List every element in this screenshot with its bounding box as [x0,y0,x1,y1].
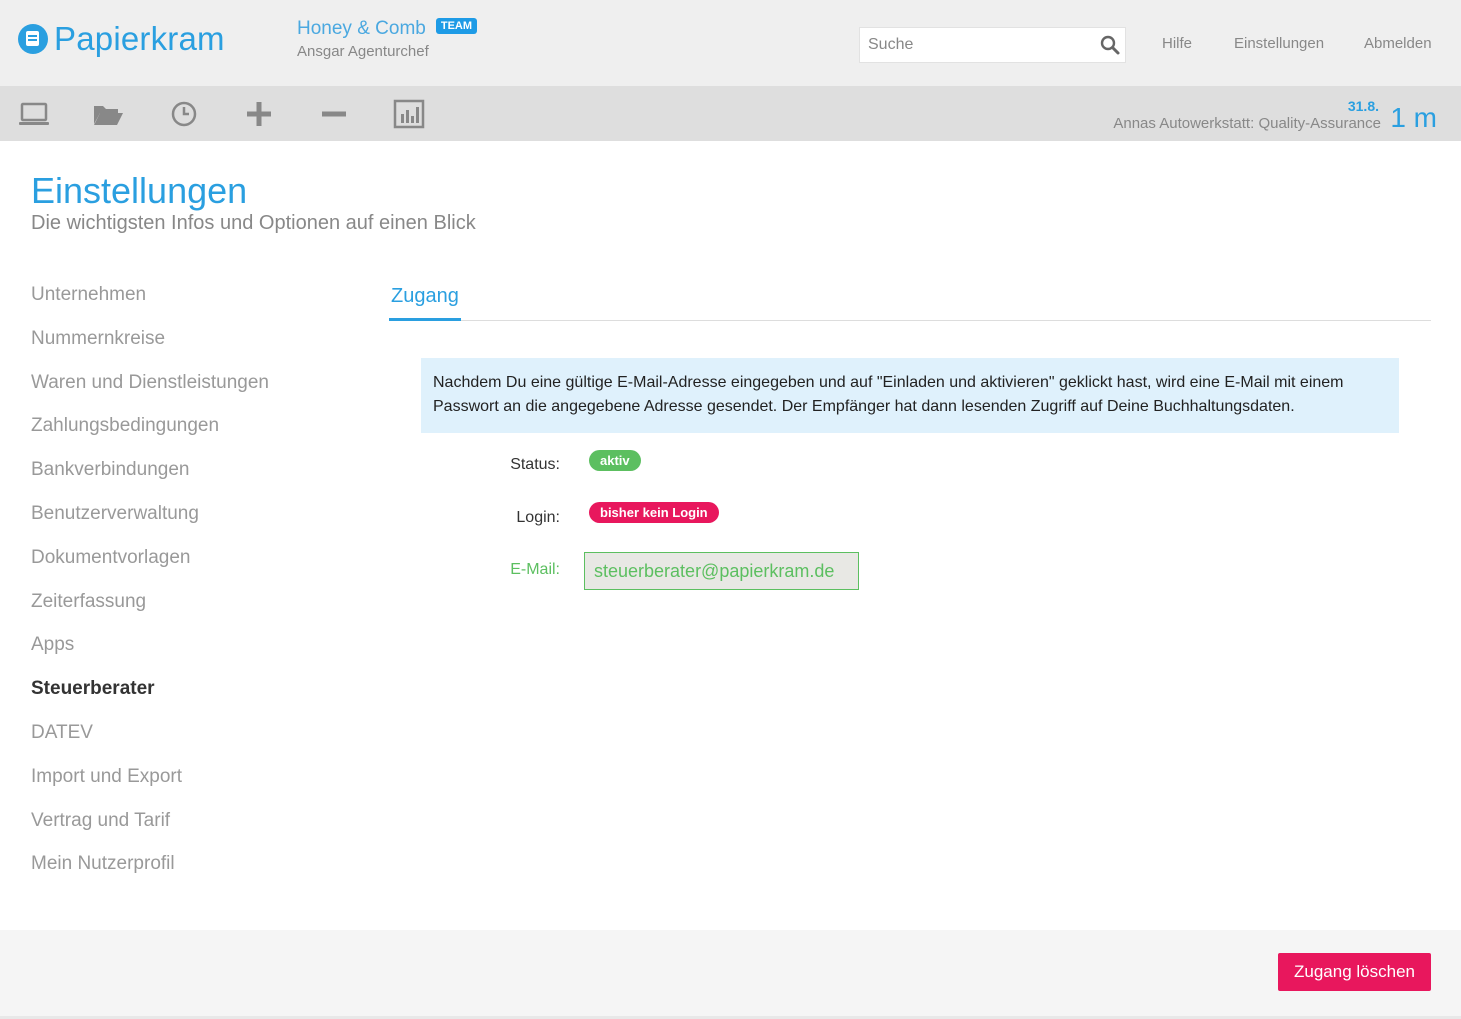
search-icon[interactable] [1099,34,1121,56]
timer-project[interactable]: Annas Autowerkstatt: Quality-Assurance [1113,115,1381,132]
delete-access-button[interactable]: Zugang löschen [1278,953,1431,991]
sidebar-item-steuerberater[interactable]: Steuerberater [31,677,269,721]
minus-icon[interactable] [318,98,350,130]
clock-icon[interactable] [168,98,200,130]
login-label: Login: [516,509,560,526]
nav-logout-link[interactable]: Abmelden [1364,35,1432,52]
email-field[interactable] [584,552,859,590]
info-message: Nachdem Du eine gültige E-Mail-Adresse e… [421,358,1399,433]
footer-bar: Zugang löschen [0,930,1461,1016]
timer-value[interactable]: 1 m [1390,102,1437,134]
status-badge: aktiv [589,450,641,471]
sidebar-item-dokumentvorlagen[interactable]: Dokumentvorlagen [31,546,269,590]
folder-open-icon[interactable] [92,98,124,130]
toolbar: 31.8. Annas Autowerkstatt: Quality-Assur… [0,86,1461,141]
email-label: E-Mail: [510,561,560,578]
sidebar-item-apps[interactable]: Apps [31,633,269,677]
search-input[interactable] [860,28,1090,62]
sidebar-item-vertrag-tarif[interactable]: Vertrag und Tarif [31,809,269,853]
company-name[interactable]: Honey & Comb [297,18,426,40]
papierkram-logo-icon [18,24,48,54]
status-label: Status: [510,456,560,473]
sidebar-item-waren[interactable]: Waren und Dienstleistungen [31,371,269,415]
laptop-icon[interactable] [18,98,50,130]
plus-icon[interactable] [243,98,275,130]
sidebar-item-zeiterfassung[interactable]: Zeiterfassung [31,590,269,634]
timer-date: 31.8. [1347,98,1379,114]
bar-chart-icon[interactable] [393,98,425,130]
settings-sidebar: Unternehmen Nummernkreise Waren und Dien… [31,283,269,896]
nav-settings-link[interactable]: Einstellungen [1234,35,1324,52]
search-box [859,27,1126,63]
sidebar-item-datev[interactable]: DATEV [31,721,269,765]
sidebar-item-unternehmen[interactable]: Unternehmen [31,283,269,327]
team-badge: TEAM [435,18,478,34]
nav-help-link[interactable]: Hilfe [1162,35,1192,52]
tab-bar: Zugang [389,282,1431,321]
company-switcher[interactable]: Honey & Comb TEAM Ansgar Agenturchef [297,18,478,60]
page-subtitle: Die wichtigsten Infos und Optionen auf e… [31,212,476,234]
top-header: Papierkram Honey & Comb TEAM Ansgar Agent… [0,0,1461,86]
sidebar-item-nutzerprofil[interactable]: Mein Nutzerprofil [31,852,269,896]
sidebar-item-zahlungsbedingungen[interactable]: Zahlungsbedingungen [31,414,269,458]
logo-text: Papierkram [54,20,225,57]
login-badge: bisher kein Login [589,502,719,523]
logo[interactable]: Papierkram [18,20,225,58]
page-title: Einstellungen [31,170,248,211]
sidebar-item-bankverbindungen[interactable]: Bankverbindungen [31,458,269,502]
sidebar-item-benutzerverwaltung[interactable]: Benutzerverwaltung [31,502,269,546]
sidebar-item-nummernkreise[interactable]: Nummernkreise [31,327,269,371]
user-name: Ansgar Agenturchef [297,43,429,60]
tab-zugang[interactable]: Zugang [389,282,461,321]
sidebar-item-import-export[interactable]: Import und Export [31,765,269,809]
